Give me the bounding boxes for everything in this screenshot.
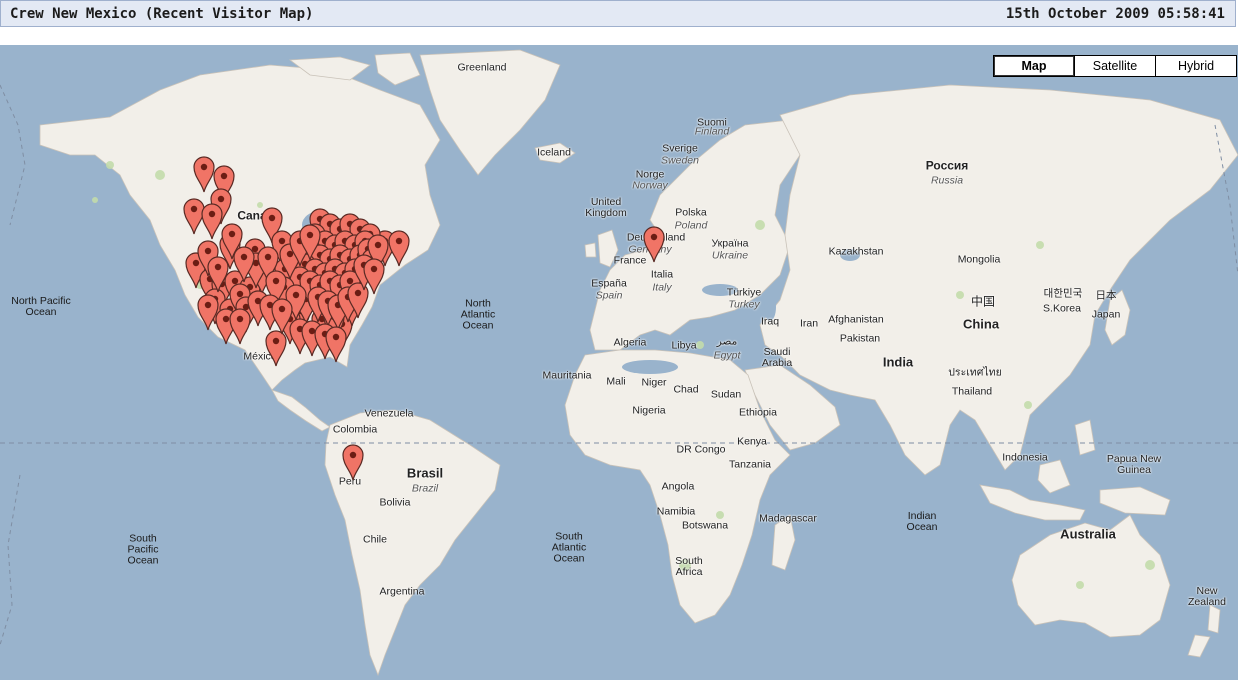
map-type-map-button[interactable]: Map xyxy=(994,56,1075,76)
map-type-satellite-button[interactable]: Satellite xyxy=(1075,56,1156,76)
map-marker-icon[interactable] xyxy=(387,229,411,267)
map-marker-icon[interactable] xyxy=(324,325,348,363)
map-marker-icon[interactable] xyxy=(232,245,256,283)
map-marker-icon[interactable] xyxy=(341,443,365,481)
timestamp: 15th October 2009 05:58:41 xyxy=(1005,6,1225,22)
map-type-hybrid-button[interactable]: Hybrid xyxy=(1156,56,1236,76)
world-map[interactable]: Greenland Iceland Canada North Pacific O… xyxy=(0,45,1238,680)
map-marker-icon[interactable] xyxy=(228,307,252,345)
title-bar: Crew New Mexico (Recent Visitor Map) 15t… xyxy=(0,0,1236,27)
page-title: Crew New Mexico (Recent Visitor Map) xyxy=(10,6,314,22)
map-marker-icon[interactable] xyxy=(206,255,230,293)
map-type-control: Map Satellite Hybrid xyxy=(993,55,1237,77)
map-marker-icon[interactable] xyxy=(298,223,322,261)
map-marker-icon[interactable] xyxy=(270,297,294,335)
map-marker-icon[interactable] xyxy=(362,257,386,295)
visitor-markers xyxy=(0,45,1238,680)
map-marker-icon[interactable] xyxy=(642,225,666,263)
